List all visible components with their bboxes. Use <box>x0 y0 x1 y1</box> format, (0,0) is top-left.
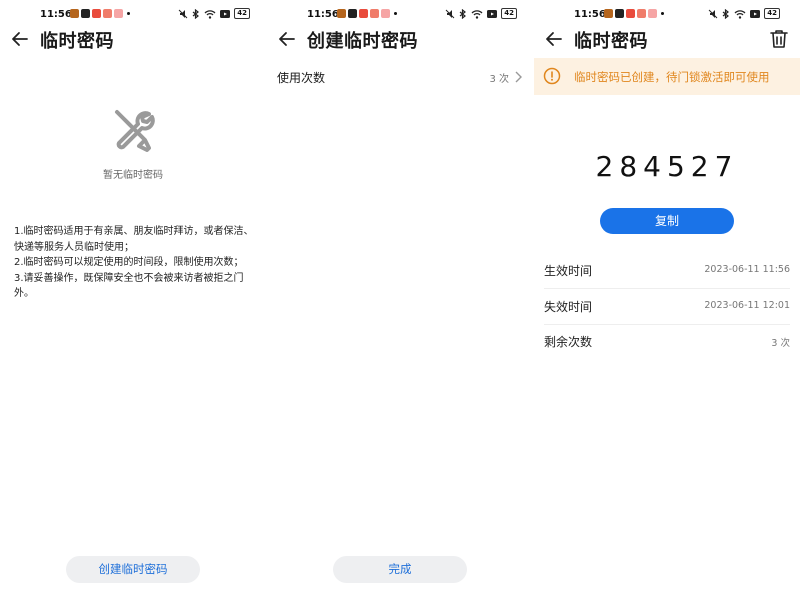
info-value: 3 次 <box>771 338 790 349</box>
info-label: 生效时间 <box>544 264 593 278</box>
status-right: 42 <box>708 8 780 19</box>
notification-icons <box>337 9 397 18</box>
mute-icon <box>178 9 188 18</box>
wifi-icon <box>204 9 216 19</box>
mute-icon <box>445 9 455 18</box>
app-icon <box>370 9 379 18</box>
app-icon <box>604 9 613 18</box>
page-header: 临时密码 <box>0 24 266 54</box>
effective-time-row: 生效时间 2023-06-11 11:56 <box>544 253 790 289</box>
expiry-time-row: 失效时间 2023-06-11 12:01 <box>544 289 790 325</box>
status-right: 42 <box>445 8 517 19</box>
temp-password-empty-screen: 11:56 42 临时密码 暂无临时密码 1.临时密码适用于有亲属、朋友临时拜访… <box>0 0 266 600</box>
status-bar: 11:56 42 <box>267 6 533 24</box>
app-icon <box>81 9 90 18</box>
usage-count-label: 使用次数 <box>277 71 326 85</box>
app-icon <box>615 9 624 18</box>
temp-password-created-screen: 11:56 42 临时密码 临时密码已创建，待门锁激活即可使用 284527 复… <box>534 0 800 600</box>
empty-state-text: 暂无临时密码 <box>103 170 163 181</box>
video-icon <box>220 9 231 18</box>
app-icon <box>348 9 357 18</box>
page-header: 临时密码 <box>534 24 800 54</box>
info-label: 剩余次数 <box>544 335 593 349</box>
notification-icons <box>70 9 130 18</box>
status-time: 11:56 <box>574 9 606 20</box>
status-bar: 11:56 42 <box>0 6 266 24</box>
page-title: 临时密码 <box>574 31 648 52</box>
warning-icon <box>543 67 561 85</box>
remaining-count-row: 剩余次数 3 次 <box>544 324 790 360</box>
video-icon <box>750 9 761 18</box>
more-dot-icon <box>127 12 130 15</box>
back-arrow-icon[interactable] <box>10 29 30 49</box>
bluetooth-icon <box>722 8 730 19</box>
app-icon <box>359 9 368 18</box>
page-header: 创建临时密码 <box>267 24 533 54</box>
app-icon <box>337 9 346 18</box>
usage-count-value: 3 次 <box>489 74 509 85</box>
mute-icon <box>708 9 718 18</box>
status-time: 11:56 <box>307 9 339 20</box>
status-right: 42 <box>178 8 250 19</box>
app-icon <box>92 9 101 18</box>
more-dot-icon <box>394 12 397 15</box>
more-dot-icon <box>661 12 664 15</box>
info-label: 失效时间 <box>544 300 593 314</box>
app-icon <box>114 9 123 18</box>
bluetooth-icon <box>459 8 467 19</box>
create-temp-password-button[interactable]: 创建临时密码 <box>66 556 200 583</box>
video-icon <box>487 9 498 18</box>
battery-indicator: 42 <box>764 8 780 19</box>
bluetooth-icon <box>192 8 200 19</box>
info-value: 2023-06-11 12:01 <box>704 300 790 311</box>
create-temp-password-screen: 11:56 42 创建临时密码 使用次数 3 次 完成 <box>267 0 533 600</box>
app-icon <box>70 9 79 18</box>
banner-text: 临时密码已创建，待门锁激活即可使用 <box>574 70 770 84</box>
status-time: 11:56 <box>40 9 72 20</box>
tools-icon <box>115 110 155 152</box>
app-icon <box>103 9 112 18</box>
wifi-icon <box>734 9 746 19</box>
app-icon <box>626 9 635 18</box>
created-notice-banner: 临时密码已创建，待门锁激活即可使用 <box>534 58 800 95</box>
app-icon <box>648 9 657 18</box>
temp-password-code: 284527 <box>595 150 739 183</box>
battery-indicator: 42 <box>501 8 517 19</box>
info-value: 2023-06-11 11:56 <box>704 264 790 275</box>
page-title: 创建临时密码 <box>307 31 418 52</box>
back-arrow-icon[interactable] <box>277 29 297 49</box>
app-icon <box>637 9 646 18</box>
usage-description: 1.临时密码适用于有亲属、朋友临时拜访，或者保洁、快递等服务人员临时使用； 2.… <box>14 226 254 299</box>
copy-button[interactable]: 复制 <box>600 208 734 234</box>
app-icon <box>381 9 390 18</box>
trash-icon[interactable] <box>770 29 788 49</box>
chevron-right-icon <box>515 71 522 83</box>
usage-count-row[interactable]: 使用次数 3 次 <box>277 64 523 90</box>
wifi-icon <box>471 9 483 19</box>
back-arrow-icon[interactable] <box>544 29 564 49</box>
battery-indicator: 42 <box>234 8 250 19</box>
status-bar: 11:56 42 <box>534 6 800 24</box>
done-button[interactable]: 完成 <box>333 556 467 583</box>
screens-container: 11:56 42 临时密码 暂无临时密码 1.临时密码适用于有亲属、朋友临时拜访… <box>0 0 800 600</box>
page-title: 临时密码 <box>40 31 114 52</box>
notification-icons <box>604 9 664 18</box>
